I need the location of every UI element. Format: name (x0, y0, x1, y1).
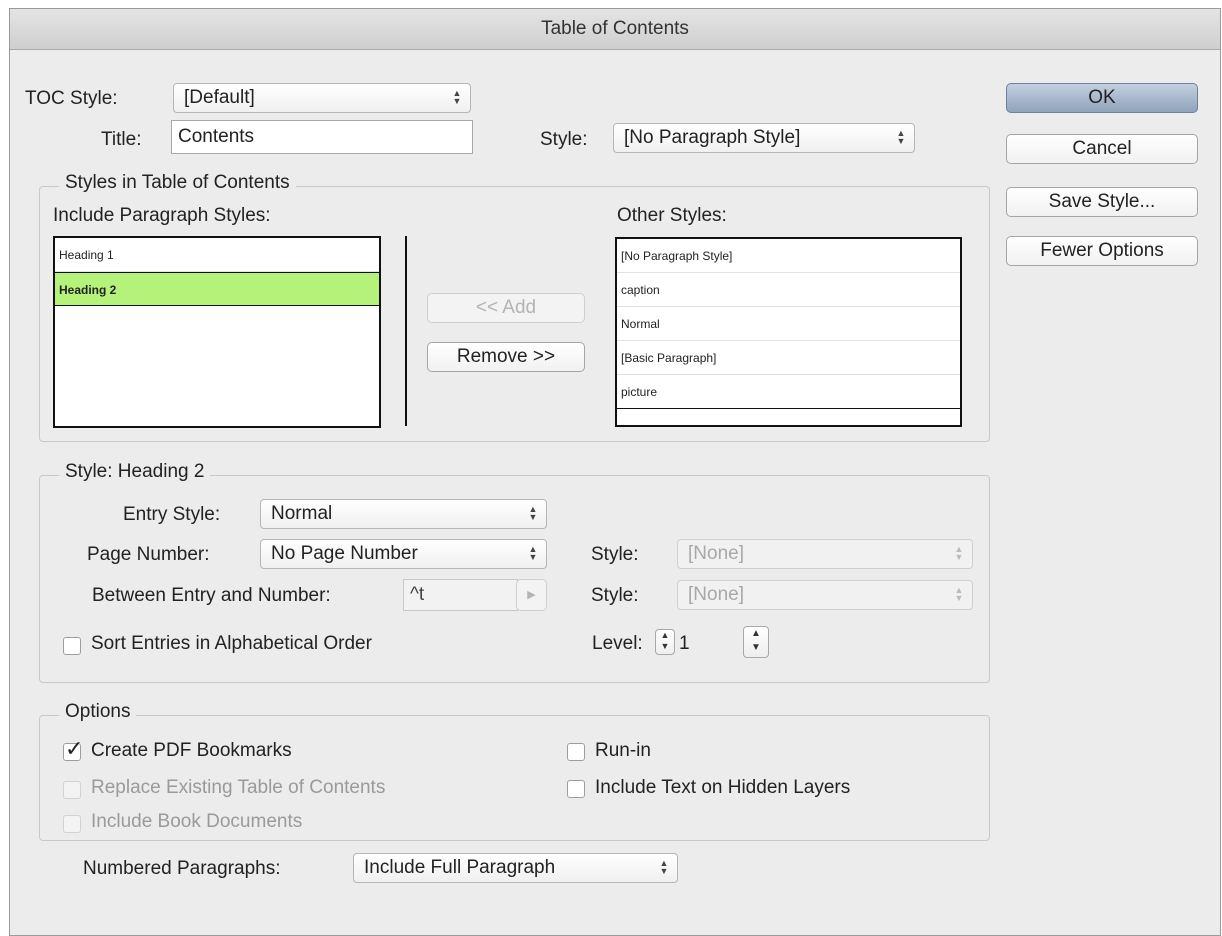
save-style-button[interactable]: Save Style... (1006, 187, 1198, 217)
up-down-arrows-icon: ▲ ▼ (452, 88, 462, 106)
list-divider (405, 236, 407, 426)
include-hidden-layers-checkbox[interactable] (567, 780, 585, 798)
sort-entries-checkbox[interactable] (63, 637, 81, 655)
up-down-arrows-icon: ▲ ▼ (954, 544, 964, 562)
include-book-docs-label: Include Book Documents (91, 811, 303, 832)
include-paragraph-styles-label: Include Paragraph Styles: (53, 205, 271, 226)
toc-style-value: [Default] (184, 87, 255, 108)
run-in-label: Run-in (595, 740, 651, 761)
between-entry-label: Between Entry and Number: (92, 585, 331, 606)
between-entry-input[interactable]: ^t (403, 579, 518, 611)
window-title: Table of Contents (10, 9, 1220, 50)
toc-dialog: Table of Contents TOC Style: [Default] ▲… (9, 8, 1221, 936)
title-style-value: [No Paragraph Style] (624, 127, 801, 148)
special-char-menu-button[interactable]: ▶ (516, 579, 547, 611)
toc-style-label: TOC Style: (25, 88, 118, 109)
page-number-popup[interactable]: No Page Number ▲ ▼ (260, 539, 547, 569)
list-item[interactable]: Normal (617, 307, 960, 341)
style-heading-title: Style: Heading 2 (59, 461, 211, 483)
level-label: Level: (592, 633, 643, 654)
include-styles-list[interactable]: Heading 1 Heading 2 (53, 236, 381, 428)
entry-style-label: Entry Style: (123, 504, 221, 525)
numbered-paragraphs-label: Numbered Paragraphs: (83, 858, 281, 879)
between-style-label: Style: (591, 585, 639, 606)
checkmark-icon: ✓ (65, 736, 84, 761)
run-in-checkbox[interactable] (567, 743, 585, 761)
replace-existing-label: Replace Existing Table of Contents (91, 777, 386, 798)
replace-existing-checkbox[interactable] (63, 781, 81, 799)
up-down-arrows-icon: ▲ ▼ (528, 544, 538, 562)
list-item[interactable]: Heading 1 (55, 238, 379, 272)
toc-style-popup[interactable]: [Default] ▲ ▼ (173, 83, 471, 113)
up-down-arrows-icon: ▲ ▼ (528, 504, 538, 522)
create-pdf-bookmarks-label: Create PDF Bookmarks (91, 740, 292, 761)
numbered-paragraphs-value: Include Full Paragraph (364, 857, 556, 878)
list-item[interactable]: caption (617, 273, 960, 307)
up-down-arrows-icon: ▲ ▼ (954, 585, 964, 603)
up-down-arrows-icon: ▲ ▼ (896, 128, 906, 146)
other-styles-label: Other Styles: (617, 205, 727, 226)
create-pdf-bookmarks-checkbox[interactable]: ✓ (63, 738, 83, 761)
entry-style-popup[interactable]: Normal ▲ ▼ (260, 499, 547, 529)
up-down-arrows-icon: ▲ ▼ (659, 858, 669, 876)
between-style-value: [None] (688, 584, 744, 605)
title-label: Title: (101, 129, 142, 150)
page-number-style-popup[interactable]: [None] ▲ ▼ (677, 539, 973, 569)
include-hidden-layers-label: Include Text on Hidden Layers (595, 777, 851, 798)
level-popup-arrows[interactable]: ▲ ▼ (743, 626, 769, 658)
title-style-label: Style: (540, 129, 588, 150)
remove-button[interactable]: Remove >> (427, 342, 585, 372)
list-item[interactable]: [Basic Paragraph] (617, 341, 960, 375)
list-item-selected[interactable]: Heading 2 (55, 272, 379, 306)
list-item[interactable]: picture (617, 375, 960, 409)
fewer-options-button[interactable]: Fewer Options (1006, 236, 1198, 266)
sort-entries-label: Sort Entries in Alphabetical Order (91, 633, 372, 654)
triangle-right-icon: ▶ (527, 589, 536, 601)
between-style-popup[interactable]: [None] ▲ ▼ (677, 580, 973, 610)
cancel-button[interactable]: Cancel (1006, 134, 1198, 164)
level-value[interactable]: 1 (679, 633, 690, 655)
other-styles-list[interactable]: [No Paragraph Style] caption Normal [Bas… (615, 237, 962, 427)
add-button[interactable]: << Add (427, 293, 585, 323)
list-item[interactable]: [No Paragraph Style] (617, 239, 960, 273)
title-input[interactable]: Contents (171, 120, 473, 154)
include-book-docs-checkbox[interactable] (63, 815, 81, 833)
entry-style-value: Normal (271, 503, 333, 524)
level-stepper[interactable]: ▲ ▼ (655, 629, 675, 655)
numbered-paragraphs-popup[interactable]: Include Full Paragraph ▲ ▼ (353, 853, 678, 883)
page-number-style-label: Style: (591, 544, 639, 565)
page-number-style-value: [None] (688, 543, 744, 564)
page-number-value: No Page Number (271, 543, 418, 564)
title-style-popup[interactable]: [No Paragraph Style] ▲ ▼ (613, 123, 915, 153)
styles-in-toc-title: Styles in Table of Contents (59, 172, 296, 194)
page-number-label: Page Number: (87, 544, 210, 565)
ok-button[interactable]: OK (1006, 83, 1198, 113)
options-title: Options (59, 701, 137, 723)
